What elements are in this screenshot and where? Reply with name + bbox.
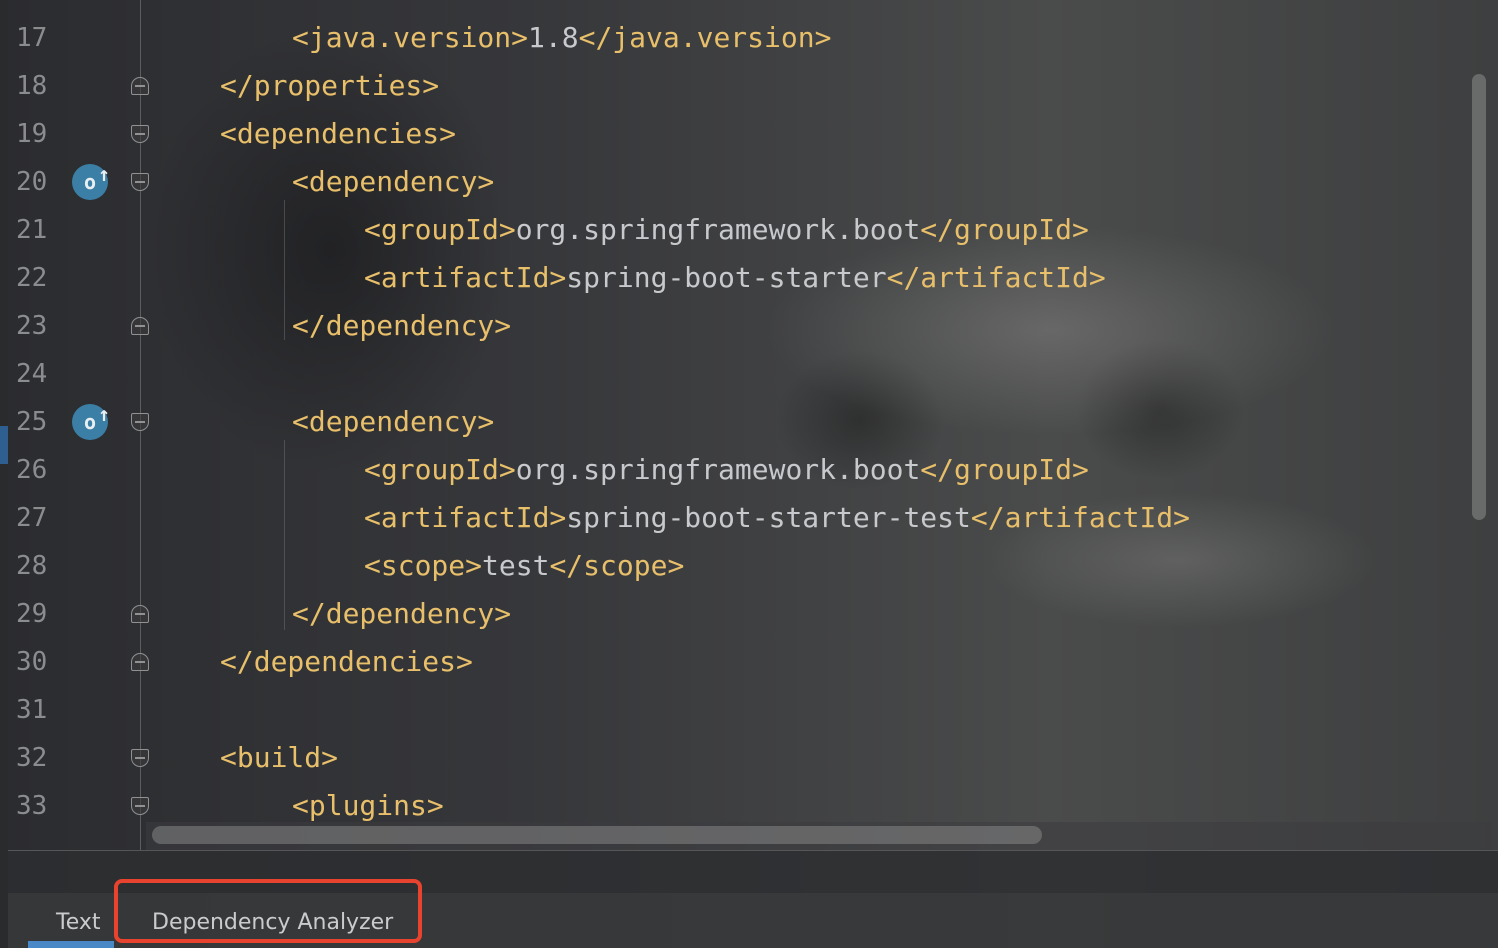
fold-collapse-icon[interactable]	[131, 653, 149, 671]
xml-text: spring-boot-starter-test	[566, 501, 971, 534]
fold-expand-icon[interactable]	[131, 797, 149, 815]
xml-tag: <dependency>	[292, 405, 495, 438]
active-tab-indicator	[28, 941, 114, 948]
xml-tag: <plugins>	[292, 789, 444, 822]
xml-tag: <dependencies>	[220, 117, 457, 150]
fold-collapse-icon[interactable]	[131, 605, 149, 623]
xml-text: 1.8	[528, 21, 579, 54]
xml-tag: </scope>	[549, 549, 685, 582]
indent-guide	[284, 200, 285, 340]
code-line: <dependency>	[292, 398, 494, 446]
code-line: <artifactId>spring-boot-starter-test</ar…	[364, 494, 1190, 542]
line-number: 17	[16, 23, 48, 53]
fold-collapse-icon[interactable]	[131, 317, 149, 335]
xml-tag: </groupId>	[920, 213, 1089, 246]
fold-collapse-icon[interactable]	[131, 77, 149, 95]
line-number: 33	[16, 791, 48, 821]
editor-gutter: 17 18 19 20 o ↑ 21 22 23 24 25 o ↑ 26 27 28 29 30 31 32 33	[8, 0, 158, 850]
fold-expand-icon[interactable]	[131, 125, 149, 143]
line-number: 23	[16, 311, 48, 341]
line-number: 26	[16, 455, 48, 485]
xml-tag: <dependency>	[292, 165, 495, 198]
line-number: 30	[16, 647, 48, 677]
code-line: <build>	[220, 734, 338, 782]
maven-dependency-icon[interactable]: o ↑	[72, 162, 110, 200]
code-line: </dependency>	[292, 302, 511, 350]
left-strip-indicator	[0, 426, 8, 464]
line-number: 18	[16, 71, 48, 101]
xml-tag: <groupId>	[364, 213, 516, 246]
code-line: <artifactId>spring-boot-starter</artifac…	[364, 254, 1106, 302]
xml-tag: <scope>	[364, 549, 483, 582]
tab-text[interactable]: Text	[56, 905, 101, 941]
line-number: 20	[16, 167, 48, 197]
xml-tag: <java.version>	[292, 21, 529, 54]
vertical-scrollbar[interactable]	[1472, 74, 1486, 520]
indent-guide	[284, 440, 285, 630]
xml-tag: </java.version>	[578, 21, 832, 54]
line-number: 27	[16, 503, 48, 533]
line-number: 24	[16, 359, 48, 389]
maven-dependency-icon[interactable]: o ↑	[72, 402, 110, 440]
code-line: </dependency>	[292, 590, 511, 638]
xml-tag: </artifactId>	[886, 261, 1106, 294]
line-number: 25	[16, 407, 48, 437]
left-tool-strip	[0, 0, 8, 948]
xml-text: test	[482, 549, 550, 582]
xml-tag: </dependency>	[292, 597, 512, 630]
fold-expand-icon[interactable]	[131, 749, 149, 767]
line-number: 19	[16, 119, 48, 149]
xml-text: org.springframework.boot	[515, 213, 921, 246]
code-line: </dependencies>	[220, 638, 473, 686]
line-number: 31	[16, 695, 48, 725]
code-line: <groupId>org.springframework.boot</group…	[364, 206, 1089, 254]
line-number: 28	[16, 551, 48, 581]
xml-tag: </properties>	[220, 69, 440, 102]
line-number: 21	[16, 215, 48, 245]
code-editor[interactable]: <java.version>1.8</java.version> </proper…	[220, 0, 1470, 850]
highlight-box	[114, 879, 422, 943]
line-number: 29	[16, 599, 48, 629]
xml-tag: <build>	[220, 741, 339, 774]
code-line: <dependency>	[292, 158, 494, 206]
xml-tag: </dependencies>	[220, 645, 473, 678]
xml-tag: <artifactId>	[364, 501, 567, 534]
code-line: <scope>test</scope>	[364, 542, 684, 590]
code-line: </properties>	[220, 62, 439, 110]
fold-expand-icon[interactable]	[131, 173, 149, 191]
xml-tag: </groupId>	[920, 453, 1089, 486]
xml-tag: </artifactId>	[970, 501, 1191, 534]
xml-tag: <groupId>	[364, 453, 516, 486]
code-line: <groupId>org.springframework.boot</group…	[364, 446, 1089, 494]
code-line: <dependencies>	[220, 110, 456, 158]
horizontal-scrollbar[interactable]	[152, 826, 1042, 844]
line-number: 22	[16, 263, 48, 293]
xml-tag: <artifactId>	[364, 261, 567, 294]
code-line: <java.version>1.8</java.version>	[292, 14, 831, 62]
xml-tag: </dependency>	[292, 309, 512, 342]
xml-text: spring-boot-starter	[566, 261, 887, 294]
fold-expand-icon[interactable]	[131, 413, 149, 431]
xml-text: org.springframework.boot	[515, 453, 921, 486]
line-number: 32	[16, 743, 48, 773]
